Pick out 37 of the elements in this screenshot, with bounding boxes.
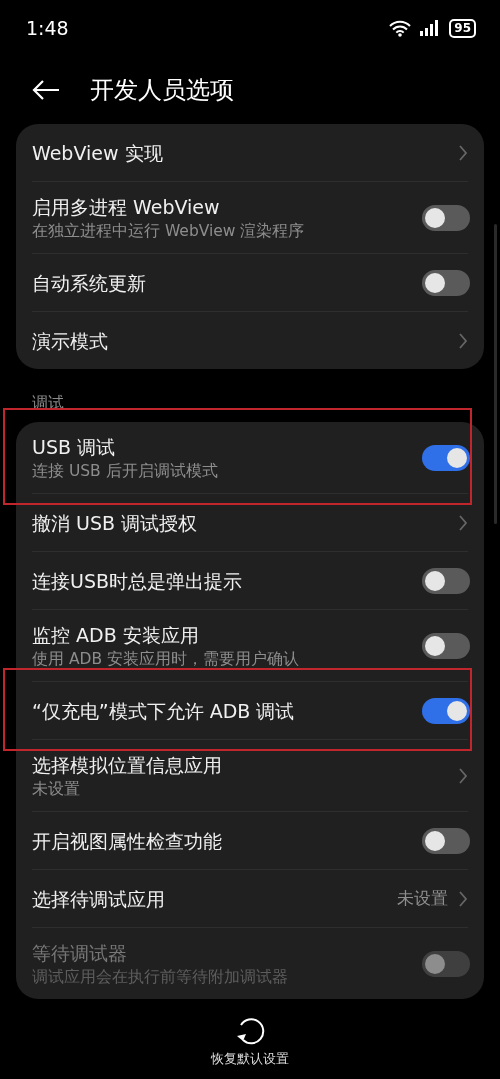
battery-level: 95 xyxy=(449,18,476,38)
setting-title[interactable]: 演示模式 xyxy=(32,328,448,353)
chevron-icon xyxy=(458,513,468,532)
setting-description: 连接 USB 后开启调试模式 xyxy=(32,460,219,481)
toggle-switch[interactable] xyxy=(422,204,470,231)
toggle-switch[interactable] xyxy=(422,827,470,854)
setting-description: 未设置 xyxy=(32,778,81,799)
setting-title[interactable]: 自动系统更新 xyxy=(32,270,412,295)
wifi-icon xyxy=(389,19,412,37)
setting-title[interactable]: USB 调试 xyxy=(32,434,412,459)
setting-description: 在独立进程中运行 WebView 渲染程序 xyxy=(32,220,306,241)
toggle-switch[interactable] xyxy=(422,632,470,659)
status-time: 1:48 xyxy=(26,17,69,39)
toggle-switch[interactable] xyxy=(422,567,470,594)
setting-description: 调试应用会在执行前等待附加调试器 xyxy=(32,966,289,987)
reset-icon[interactable] xyxy=(235,1016,265,1046)
setting-title[interactable]: 连接USB时总是弹出提示 xyxy=(32,568,412,593)
setting-title[interactable]: 启用多进程 WebView xyxy=(32,194,412,219)
setting-description: 使用 ADB 安装应用时，需要用户确认 xyxy=(32,648,301,669)
row-value: 未设置 xyxy=(397,887,448,910)
toggle-switch[interactable] xyxy=(422,444,470,471)
chevron-icon xyxy=(458,889,468,908)
chevron-icon xyxy=(458,766,468,785)
setting-title[interactable]: 开启视图属性检查功能 xyxy=(32,828,412,853)
chevron-icon xyxy=(458,331,468,350)
setting-title[interactable]: 监控 ADB 安装应用 xyxy=(32,622,412,647)
setting-title[interactable]: “仅充电”模式下允许 ADB 调试 xyxy=(32,698,412,723)
toggle-switch[interactable] xyxy=(422,697,470,724)
setting-title[interactable]: 选择模拟位置信息应用 xyxy=(32,752,448,777)
back-icon[interactable] xyxy=(32,79,60,101)
setting-title[interactable]: 选择待调试应用 xyxy=(32,886,387,911)
setting-title[interactable]: 撤消 USB 调试授权 xyxy=(32,510,448,535)
page-title: 开发人员选项 xyxy=(90,75,234,106)
toggle-switch[interactable] xyxy=(422,269,470,296)
setting-title[interactable]: WebView 实现 xyxy=(32,140,448,165)
chevron-icon xyxy=(458,143,468,162)
reset-label[interactable]: 恢复默认设置 xyxy=(211,1050,289,1068)
